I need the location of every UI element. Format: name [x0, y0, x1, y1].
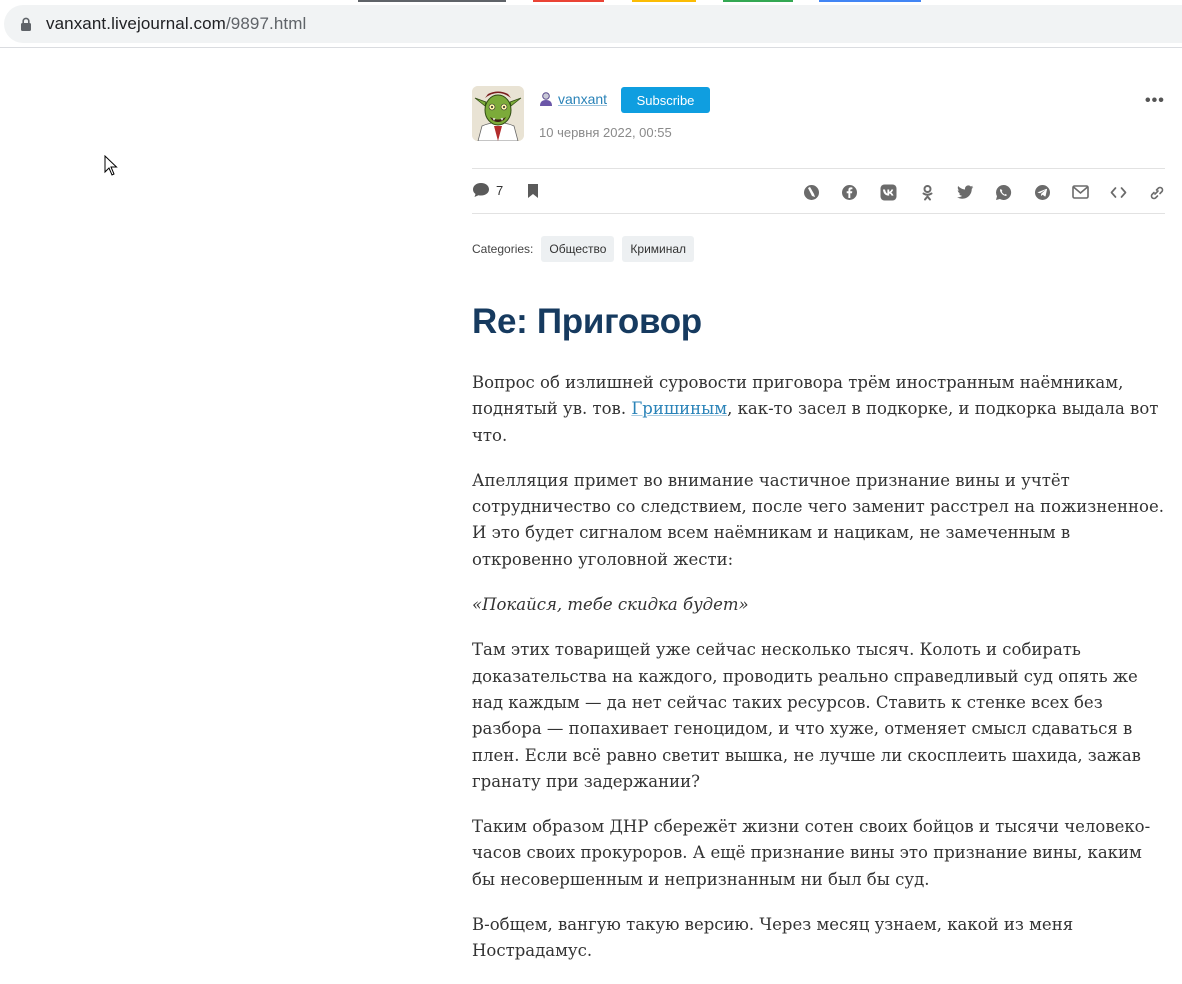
- copy-link-icon[interactable]: [1147, 183, 1165, 201]
- quote-paragraph: «Покайся, тебе скидка будет»: [472, 595, 749, 615]
- category-tag-society[interactable]: Общество: [541, 236, 615, 262]
- post-body: Вопрос об излишней суровости приговора т…: [472, 370, 1167, 984]
- comment-icon: [473, 183, 489, 197]
- odnoklassniki-icon[interactable]: [918, 183, 936, 201]
- comment-count: 7: [496, 182, 504, 198]
- categories-label: Categories:: [472, 242, 534, 256]
- author-avatar[interactable]: [472, 86, 524, 141]
- paragraph: Там этих товарищей уже сейчас несколько …: [472, 640, 1141, 791]
- author-mention-link[interactable]: Гришиным: [631, 399, 727, 418]
- user-icon: [540, 92, 552, 106]
- divider: [472, 213, 1165, 214]
- paragraph: Таким образом ДНР сбережёт жизни сотен с…: [472, 817, 1151, 889]
- bookmark-icon[interactable]: [527, 183, 539, 199]
- telegram-icon[interactable]: [1033, 183, 1051, 201]
- url-host: vanxant.livejournal.com: [46, 14, 226, 33]
- facebook-icon[interactable]: [840, 183, 858, 201]
- livejournal-repost-icon[interactable]: [802, 183, 820, 201]
- divider: [472, 168, 1165, 169]
- whatsapp-icon[interactable]: [994, 183, 1012, 201]
- twitter-icon[interactable]: [956, 183, 974, 201]
- more-options-button[interactable]: •••: [1145, 92, 1165, 110]
- comments-button[interactable]: 7: [472, 182, 503, 198]
- goblin-avatar-icon: [472, 86, 524, 141]
- post-date: 10 червня 2022, 00:55: [539, 125, 672, 140]
- paragraph: Апелляция примет во внимание частичное п…: [472, 470, 1164, 569]
- url-path: /9897.html: [225, 14, 307, 33]
- email-icon[interactable]: [1071, 183, 1089, 201]
- mouse-cursor-icon: [104, 155, 118, 176]
- toolbar-divider: [0, 47, 1182, 48]
- vk-icon[interactable]: [879, 183, 897, 201]
- post-title: Re: Приговор: [472, 302, 702, 341]
- paragraph: Вопрос об излишней суровости приговора т…: [472, 370, 1167, 449]
- address-bar[interactable]: vanxant.livejournal.com/9897.html: [4, 5, 1182, 43]
- category-tag-crime[interactable]: Криминал: [622, 236, 695, 262]
- subscribe-button[interactable]: Subscribe: [621, 87, 710, 113]
- author-line: vanxant: [538, 90, 607, 108]
- browser-tab-strip: [0, 0, 1182, 2]
- lock-icon: [21, 17, 31, 31]
- categories-row: Categories: Общество Криминал: [472, 236, 702, 262]
- author-username-link[interactable]: vanxant: [558, 91, 607, 107]
- url-text[interactable]: vanxant.livejournal.com/9897.html: [46, 14, 306, 34]
- embed-code-icon[interactable]: [1109, 183, 1127, 201]
